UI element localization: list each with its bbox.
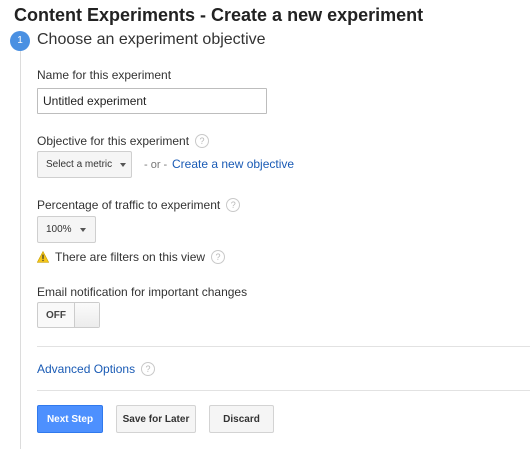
save-for-later-button[interactable]: Save for Later <box>116 405 196 433</box>
name-label-text: Name for this experiment <box>37 68 172 82</box>
warning-triangle-icon <box>37 251 49 263</box>
caret-down-icon <box>79 227 86 232</box>
question-circle-icon[interactable]: ? <box>211 250 226 264</box>
metric-select[interactable]: Select a metric <box>37 151 132 178</box>
traffic-percent-select[interactable]: 100% <box>37 216 96 243</box>
next-step-button[interactable]: Next Step <box>37 405 103 433</box>
name-label: Name for this experiment <box>37 68 171 82</box>
question-circle-icon[interactable]: ? <box>195 134 210 148</box>
email-label: Email notification for important changes <box>37 285 247 299</box>
traffic-percent-value: 100% <box>46 224 72 235</box>
step-number-badge: 1 <box>10 31 30 51</box>
objective-label-text: Objective for this experiment <box>37 134 190 148</box>
step-connector-line <box>20 50 21 449</box>
create-objective-link[interactable]: Create a new objective <box>172 157 294 171</box>
metric-select-label: Select a metric <box>46 159 113 170</box>
filters-warning-text: There are filters on this view <box>55 250 206 264</box>
caret-down-icon <box>120 162 127 167</box>
step-title: Choose an experiment objective <box>37 31 266 48</box>
question-circle-icon[interactable]: ? <box>141 362 156 376</box>
traffic-label: Percentage of traffic to experiment ? <box>37 198 241 212</box>
email-label-text: Email notification for important changes <box>37 285 248 299</box>
objective-label: Objective for this experiment ? <box>37 134 210 148</box>
advanced-options-row: Advanced Options ? <box>37 362 156 376</box>
section-divider <box>37 346 530 347</box>
advanced-options-link[interactable]: Advanced Options <box>37 362 135 376</box>
toggle-knob <box>74 303 99 327</box>
toggle-state-label: OFF <box>46 309 66 321</box>
email-notification-toggle[interactable]: OFF <box>37 302 100 328</box>
filters-warning: There are filters on this view ? <box>37 250 226 264</box>
or-separator: - or - <box>144 159 168 171</box>
experiment-name-input[interactable] <box>37 88 267 114</box>
section-divider <box>37 390 530 391</box>
traffic-label-text: Percentage of traffic to experiment <box>37 198 221 212</box>
page-title: Content Experiments - Create a new exper… <box>14 5 424 25</box>
experiment-page: Content Experiments - Create a new exper… <box>0 0 530 449</box>
discard-button[interactable]: Discard <box>209 405 274 433</box>
question-circle-icon[interactable]: ? <box>226 198 241 212</box>
